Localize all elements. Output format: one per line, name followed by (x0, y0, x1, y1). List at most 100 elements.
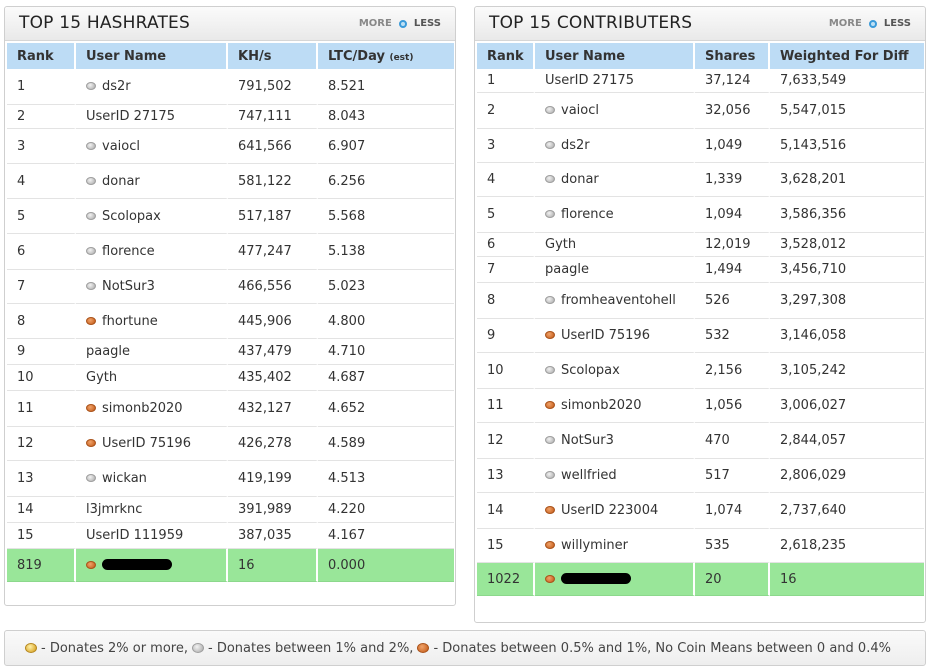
user-name-link[interactable]: wellfried (561, 468, 617, 483)
user-name-link[interactable]: NotSur3 (561, 433, 614, 448)
table-row: 8 fromheaventohell 526 3,297,308 (477, 283, 924, 319)
cell-weighted: 3,628,201 (770, 163, 924, 197)
user-name-link[interactable]: UserID 75196 (561, 328, 650, 343)
cell-user: simonb2020 (76, 391, 228, 427)
cell-khs: 432,127 (228, 391, 318, 427)
cell-user: Gyth (535, 233, 695, 257)
cell-rank: 13 (7, 461, 76, 497)
table-row: 9 UserID 75196 532 3,146,058 (477, 319, 924, 353)
user-name-link[interactable]: simonb2020 (561, 398, 642, 413)
user-name-link[interactable]: fhortune (102, 314, 158, 329)
cell-weighted: 2,737,640 (770, 493, 924, 529)
cell-rank: 8 (477, 283, 535, 319)
redacted-username (561, 572, 631, 584)
user-name-link[interactable]: Gyth (86, 370, 117, 385)
cell-rank: 6 (477, 233, 535, 257)
user-name-link[interactable]: Gyth (545, 237, 576, 252)
cell-weighted: 3,006,027 (770, 389, 924, 423)
contributers-more-link[interactable]: MORE (829, 18, 862, 29)
cell-khs: 419,199 (228, 461, 318, 497)
hashrates-panel: TOP 15 HASHRATES MORE LESS Rank User Nam… (4, 6, 456, 606)
cell-user: simonb2020 (535, 389, 695, 423)
cell-user: UserID 27175 (76, 105, 228, 129)
user-name-link[interactable]: UserID 111959 (86, 528, 183, 543)
cell-ltc: 4.220 (318, 497, 454, 523)
cell-user: donar (535, 163, 695, 197)
cell-rank: 14 (7, 497, 76, 523)
hashrates-title: TOP 15 HASHRATES (19, 13, 190, 33)
user-name-link[interactable]: UserID 27175 (545, 73, 634, 88)
cell-rank: 15 (477, 529, 535, 563)
cell-rank: 12 (477, 423, 535, 459)
cell-khs: 641,566 (228, 129, 318, 164)
cell-shares: 526 (695, 283, 770, 319)
bronze-coin-icon (545, 331, 555, 339)
user-name-link[interactable]: ds2r (102, 79, 131, 94)
table-row: 6 florence 477,247 5.138 (7, 234, 454, 270)
user-name-link[interactable]: Scolopax (102, 209, 161, 224)
cell-rank: 15 (7, 523, 76, 549)
cell-user: vaiocl (535, 93, 695, 129)
bronze-coin-icon (86, 560, 96, 569)
user-name-link[interactable]: UserID 27175 (86, 109, 175, 124)
gold-coin-icon (25, 643, 37, 653)
user-name-link[interactable]: Scolopax (561, 363, 620, 378)
cell-weighted: 5,143,516 (770, 129, 924, 163)
user-name-link[interactable]: florence (102, 244, 155, 259)
user-name-link[interactable]: ds2r (561, 138, 590, 153)
cell-rank: 12 (7, 427, 76, 461)
contributers-less-link[interactable]: LESS (884, 18, 911, 29)
user-name-link[interactable]: paagle (86, 344, 130, 359)
user-name-link[interactable]: simonb2020 (102, 401, 183, 416)
cell-ltc: 5.138 (318, 234, 454, 270)
table-row: 5 Scolopax 517,187 5.568 (7, 199, 454, 234)
user-name-link[interactable]: donar (561, 172, 599, 187)
cell-rank: 5 (477, 197, 535, 233)
hashrates-less-link[interactable]: LESS (414, 18, 441, 29)
user-name-link[interactable]: vaiocl (102, 139, 140, 154)
user-name-link[interactable]: fromheaventohell (561, 293, 676, 308)
hashrates-more-link[interactable]: MORE (359, 18, 392, 29)
col-khs: KH/s (228, 43, 318, 69)
contributers-header-row: Rank User Name Shares Weighted For Diff (477, 43, 924, 69)
silver-coin-icon (86, 247, 96, 255)
table-row: 3 vaiocl 641,566 6.907 (7, 129, 454, 164)
user-name-link[interactable]: UserID 75196 (102, 436, 191, 451)
cell-user: paagle (76, 339, 228, 365)
table-row: 8 fhortune 445,906 4.800 (7, 304, 454, 339)
user-name-link[interactable]: wickan (102, 471, 147, 486)
user-name-link[interactable]: willyminer (561, 538, 628, 553)
cell-khs: 391,989 (228, 497, 318, 523)
contributers-table: Rank User Name Shares Weighted For Diff … (477, 43, 924, 596)
cell-weighted: 3,297,308 (770, 283, 924, 319)
legend-bronze-text: - Donates between 0.5% and 1%, No Coin M… (433, 640, 891, 656)
table-row: 4 donar 581,122 6.256 (7, 164, 454, 199)
cell-ltc: 4.589 (318, 427, 454, 461)
col-shares: Shares (695, 43, 770, 69)
table-row: 13 wickan 419,199 4.513 (7, 461, 454, 497)
table-row: 13 wellfried 517 2,806,029 (477, 459, 924, 493)
user-name-link[interactable]: donar (102, 174, 140, 189)
cell-ltc: 4.167 (318, 523, 454, 549)
bronze-coin-icon (545, 574, 555, 583)
cell-rank: 1022 (477, 563, 535, 596)
table-row: 9 paagle 437,479 4.710 (7, 339, 454, 365)
cell-weighted: 2,806,029 (770, 459, 924, 493)
user-name-link[interactable]: vaiocl (561, 103, 599, 118)
cell-khs: 437,479 (228, 339, 318, 365)
cell-user: Gyth (76, 365, 228, 391)
silver-coin-icon (86, 82, 96, 90)
cell-shares: 2,156 (695, 353, 770, 389)
user-name-link[interactable]: paagle (545, 262, 589, 277)
user-name-link[interactable]: l3jmrknc (86, 502, 142, 517)
table-row: 10 Scolopax 2,156 3,105,242 (477, 353, 924, 389)
cell-weighted: 2,844,057 (770, 423, 924, 459)
cell-khs: 387,035 (228, 523, 318, 549)
user-name-link[interactable]: UserID 223004 (561, 503, 658, 518)
cell-rank: 11 (477, 389, 535, 423)
silver-coin-icon (545, 106, 555, 114)
bronze-coin-icon (545, 506, 555, 514)
col-rank: Rank (477, 43, 535, 69)
user-name-link[interactable]: florence (561, 207, 614, 222)
user-name-link[interactable]: NotSur3 (102, 279, 155, 294)
